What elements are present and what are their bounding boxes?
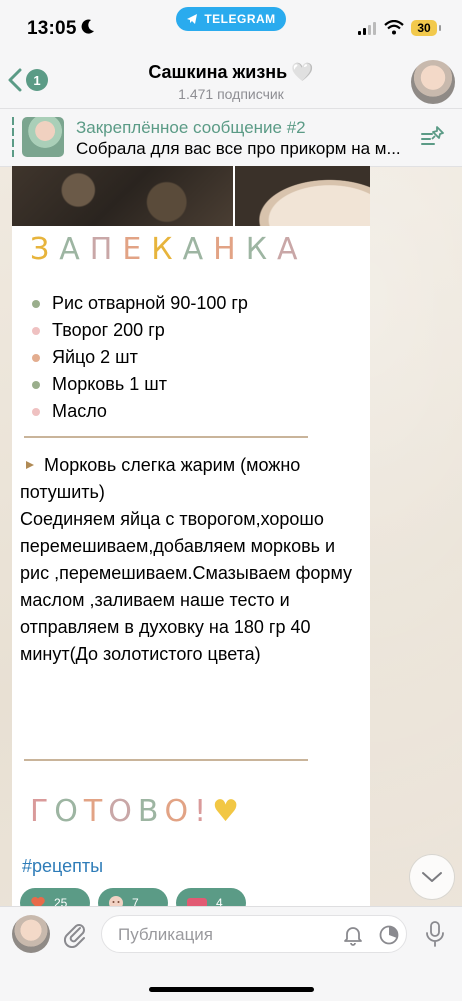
back-button[interactable]: 1	[8, 68, 48, 92]
do-not-disturb-icon	[81, 19, 94, 34]
pinned-title: Закреплённое сообщение #2	[76, 118, 306, 137]
ingredient-item: Масло	[32, 398, 248, 425]
instruction-rest: Соединяем яйца с творогом,хорошо перемеш…	[20, 509, 353, 664]
recipe-heading: ЗАПЕКАНКА	[30, 232, 308, 272]
photo-casserole-left[interactable]	[12, 166, 233, 226]
done-letter: В	[137, 794, 165, 829]
yellow-heart-icon: ♥	[212, 794, 246, 829]
chevron-down-icon	[422, 872, 442, 882]
heading-letter: К	[245, 232, 278, 267]
heading-letter: Е	[122, 232, 152, 267]
home-indicator	[149, 987, 314, 992]
done-heading: ГОТОВО!♥	[30, 794, 245, 829]
wifi-icon	[384, 20, 404, 35]
heading-letter: А	[59, 232, 90, 267]
chat-header: Сашкина жизнь 🤍 1.471 подписчик 1	[0, 56, 462, 108]
heading-letter: Н	[213, 232, 246, 267]
channel-avatar[interactable]	[411, 60, 455, 104]
channel-title-block[interactable]: Сашкина жизнь 🤍 1.471 подписчик	[0, 62, 462, 102]
pinned-thumbnail	[22, 117, 64, 157]
ingredient-text: Яйцо 2 шт	[52, 347, 138, 367]
input-bar: Публикация	[0, 906, 462, 1001]
ingredient-text: Рис отварной 90-100 гр	[52, 293, 248, 313]
instructions: Морковь слегка жарим (можно потушить) Со…	[20, 452, 360, 668]
status-bar: 13:05 TELEGRAM 30	[0, 0, 462, 56]
bullet-dot-icon	[32, 407, 40, 416]
message-bubble[interactable]: ЗАПЕКАНКА Рис отварной 90-100 гр Творог 2…	[12, 166, 370, 910]
input-placeholder: Публикация	[118, 925, 214, 944]
attach-icon[interactable]	[62, 920, 88, 948]
channel-title: Сашкина жизнь	[148, 62, 288, 82]
bullet-dot-icon	[32, 380, 40, 389]
heading-letter: К	[151, 232, 183, 267]
cellular-signal-icon	[358, 22, 376, 35]
pointer-bullet-icon	[26, 461, 34, 469]
battery-tip	[439, 25, 441, 31]
telegram-pill[interactable]: TELEGRAM	[176, 7, 286, 31]
pinned-text: Собрала для вас все про прикорм на м...	[76, 139, 401, 158]
chevron-left-icon	[8, 68, 22, 92]
ingredient-text: Творог 200 гр	[52, 320, 165, 340]
heading-letter: З	[30, 232, 60, 267]
hashtag-link[interactable]: #рецепты	[22, 856, 103, 877]
done-letter: О	[164, 794, 195, 829]
telegram-label: TELEGRAM	[204, 12, 276, 26]
white-heart-emoji: 🤍	[291, 62, 314, 82]
schedule-icon[interactable]	[378, 924, 400, 946]
divider-bottom	[24, 759, 308, 761]
heading-letter: А	[277, 232, 308, 267]
scroll-down-button[interactable]	[410, 855, 454, 899]
ingredient-list: Рис отварной 90-100 гр Творог 200 гр Яйцо …	[32, 290, 248, 425]
ingredient-text: Морковь 1 шт	[52, 374, 167, 394]
ingredient-text: Масло	[52, 401, 107, 421]
done-letter: О	[54, 794, 84, 829]
done-letter: Г	[30, 794, 55, 829]
pinned-indicator	[12, 117, 14, 157]
done-letter: О	[108, 794, 138, 829]
ingredient-item: Яйцо 2 шт	[32, 344, 248, 371]
done-letter: !	[194, 794, 213, 829]
telegram-icon	[187, 14, 198, 24]
bullet-dot-icon	[32, 353, 40, 362]
send-as-avatar[interactable]	[12, 915, 50, 953]
status-time: 13:05	[27, 18, 77, 39]
message-input[interactable]: Публикация	[101, 915, 407, 953]
heading-letter: П	[89, 232, 123, 267]
divider-top	[24, 436, 308, 438]
bell-icon[interactable]	[342, 924, 364, 946]
unread-badge: 1	[26, 69, 48, 91]
pinned-message-bar[interactable]: Закреплённое сообщение #2 Собрала для ва…	[0, 108, 462, 167]
bullet-dot-icon	[32, 326, 40, 335]
pinned-list-icon[interactable]	[420, 125, 446, 147]
ingredient-item: Творог 200 гр	[32, 317, 248, 344]
bullet-dot-icon	[32, 299, 40, 308]
battery-level: 30	[411, 20, 437, 36]
instruction-first: Морковь слегка жарим (можно потушить)	[20, 455, 301, 502]
heading-letter: А	[182, 232, 214, 267]
microphone-icon[interactable]	[424, 920, 446, 948]
ingredient-item: Рис отварной 90-100 гр	[32, 290, 248, 317]
done-letter: Т	[83, 794, 109, 829]
subscriber-count: 1.471 подписчик	[178, 86, 284, 102]
photo-casserole-right[interactable]	[235, 166, 370, 226]
ingredient-item: Морковь 1 шт	[32, 371, 248, 398]
